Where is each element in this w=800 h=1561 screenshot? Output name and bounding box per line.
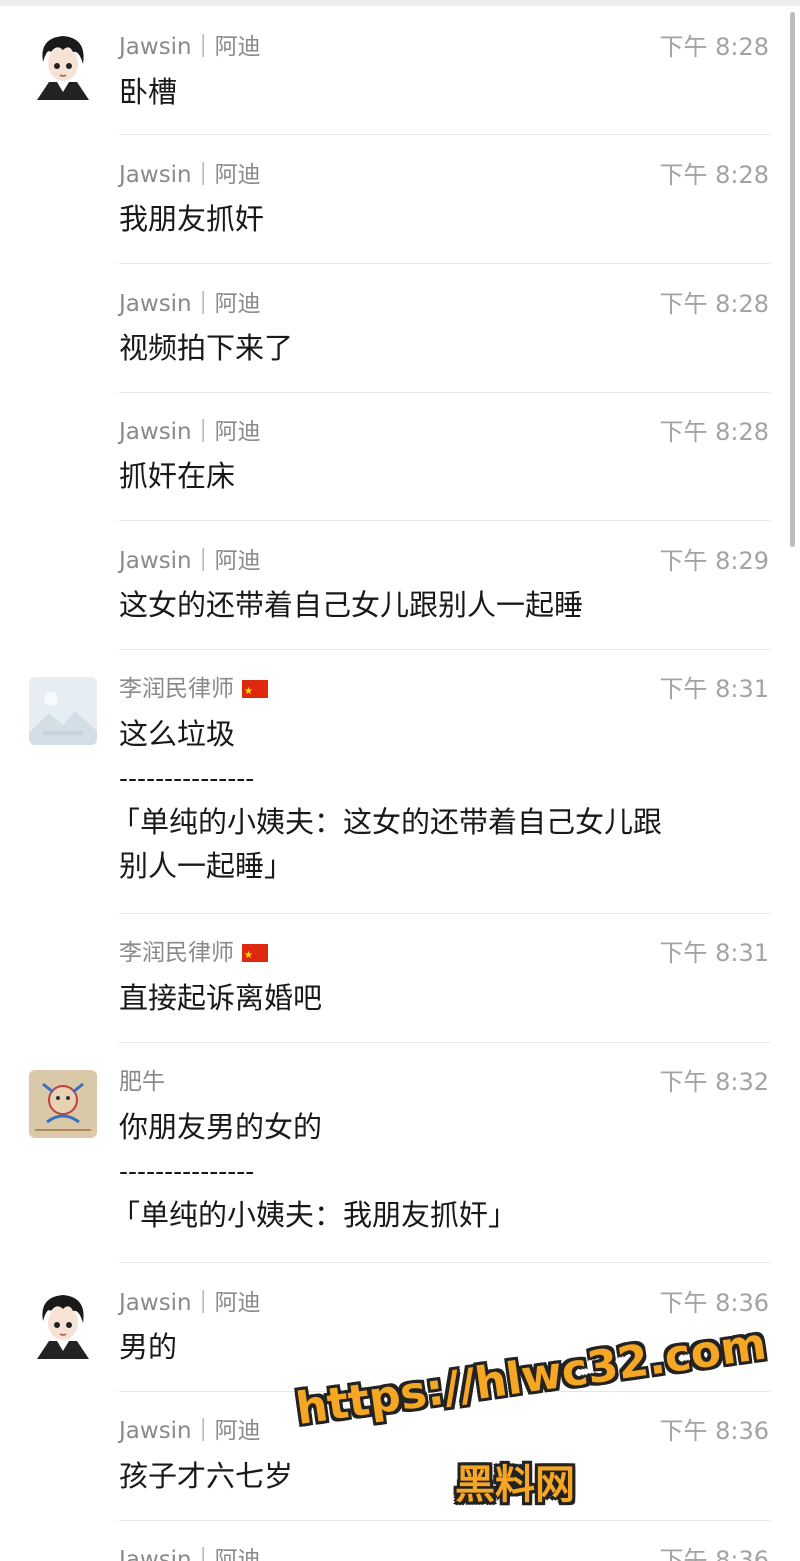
message-text: 孩子才六七岁 [119, 1459, 294, 1493]
scrollbar[interactable] [790, 12, 795, 547]
timestamp: 下午 8:29 [659, 547, 769, 575]
quote-divider: --------------- [119, 764, 255, 793]
landscape-placeholder-icon [29, 677, 97, 745]
sender-name: 李润民律师 [119, 674, 268, 707]
avatar[interactable] [29, 1070, 97, 1138]
china-flag-icon [242, 677, 268, 707]
sender-name: Jawsin｜阿迪 [119, 291, 261, 317]
timestamp: 下午 8:32 [659, 1068, 769, 1096]
drawing-avatar-icon [29, 1070, 97, 1138]
message-body: 你朋友男的女的 [119, 1110, 323, 1144]
quote-line: 「单纯的小姨夫：我朋友抓奸」 [111, 1198, 518, 1232]
chat-message[interactable]: Jawsin｜阿迪 下午 8:28 卧槽 [0, 0, 800, 135]
sender-name: Jawsin｜阿迪 [119, 548, 261, 574]
chat-message[interactable]: Jawsin｜阿迪 下午 8:28 抓奸在床 [0, 393, 800, 521]
timestamp: 下午 8:28 [659, 418, 769, 446]
sender-name: Jawsin｜阿迪 [119, 1418, 261, 1444]
sender-name: Jawsin｜阿迪 [119, 1290, 261, 1316]
message-text: 这么垃圾 --------------- 「单纯的小姨夫：这女的还带着自己女儿跟… [111, 714, 759, 888]
timestamp: 下午 8:36 [659, 1289, 769, 1317]
chat-message[interactable]: Jawsin｜阿迪 下午 8:28 视频拍下来了 [0, 264, 800, 393]
chat-message[interactable]: Jawsin｜阿迪 下午 8:28 我朋友抓奸 [0, 135, 800, 264]
timestamp: 下午 8:28 [659, 290, 769, 318]
anime-boy-avatar-icon [29, 1291, 97, 1359]
sender-name-text: 李润民律师 [119, 676, 234, 702]
timestamp: 下午 8:36 [659, 1417, 769, 1445]
chat-message[interactable]: 李润民律师 下午 8:31 这么垃圾 --------------- 「单纯的小… [0, 650, 800, 914]
message-text: 抓奸在床 [119, 459, 236, 493]
timestamp: 下午 8:36 [659, 1546, 769, 1561]
message-text: 卧槽 [119, 75, 178, 109]
chat-message[interactable]: Jawsin｜阿迪 下午 8:36 [0, 1521, 800, 1561]
timestamp: 下午 8:31 [659, 675, 769, 703]
avatar[interactable] [29, 1291, 97, 1359]
sender-name: Jawsin｜阿迪 [119, 162, 261, 188]
timestamp: 下午 8:31 [659, 939, 769, 967]
chat-message[interactable]: Jawsin｜阿迪 下午 8:36 男的 [0, 1263, 800, 1392]
message-text: 这女的还带着自己女儿跟别人一起睡 [119, 588, 584, 622]
sender-name: 李润民律师 [119, 938, 268, 971]
message-body: 这么垃圾 [119, 717, 236, 751]
china-flag-icon [242, 941, 268, 971]
chat-message[interactable]: 肥牛 下午 8:32 你朋友男的女的 --------------- 「单纯的小… [0, 1043, 800, 1263]
chat-message[interactable]: Jawsin｜阿迪 下午 8:29 这女的还带着自己女儿跟别人一起睡 [0, 521, 800, 650]
quote-divider: --------------- [119, 1157, 255, 1186]
avatar[interactable] [29, 677, 97, 745]
chat-message[interactable]: 李润民律师 下午 8:31 直接起诉离婚吧 [0, 914, 800, 1043]
message-text: 男的 [119, 1330, 178, 1364]
message-text: 你朋友男的女的 --------------- 「单纯的小姨夫：我朋友抓奸」 [111, 1107, 759, 1237]
sender-name-text: 李润民律师 [119, 940, 234, 966]
message-text: 我朋友抓奸 [119, 202, 265, 236]
timestamp: 下午 8:28 [659, 33, 769, 61]
sender-name: Jawsin｜阿迪 [119, 1547, 261, 1561]
quote-line: 别人一起睡」 [119, 849, 294, 883]
quote-line: 「单纯的小姨夫：这女的还带着自己女儿跟 [111, 805, 663, 839]
sender-name: Jawsin｜阿迪 [119, 34, 261, 60]
message-text: 视频拍下来了 [119, 331, 294, 365]
avatar[interactable] [29, 32, 97, 100]
anime-boy-avatar-icon [29, 32, 97, 100]
chat-message[interactable]: Jawsin｜阿迪 下午 8:36 孩子才六七岁 [0, 1392, 800, 1521]
sender-name: Jawsin｜阿迪 [119, 419, 261, 445]
timestamp: 下午 8:28 [659, 161, 769, 189]
message-text: 直接起诉离婚吧 [119, 981, 323, 1015]
sender-name: 肥牛 [119, 1069, 165, 1095]
